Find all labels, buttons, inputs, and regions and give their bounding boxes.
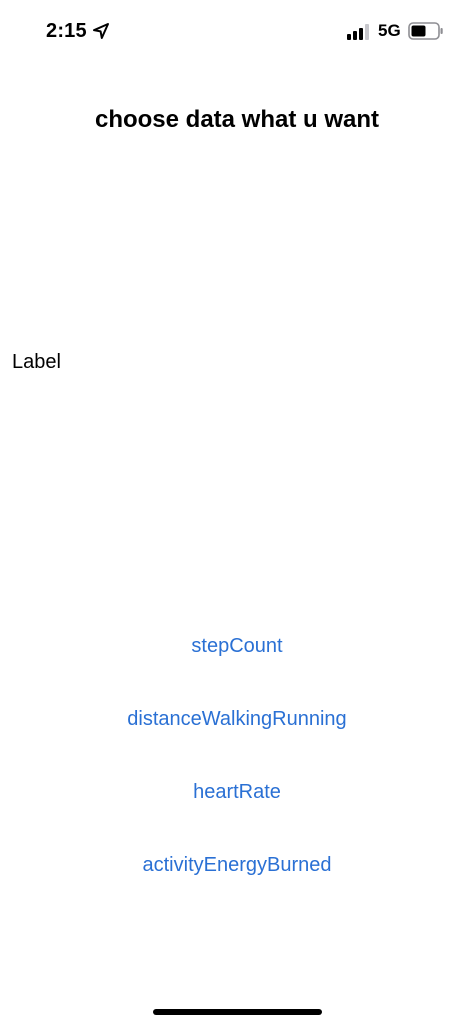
- activity-energy-burned-button[interactable]: activityEnergyBurned: [0, 851, 474, 879]
- content-label: Label: [12, 351, 61, 373]
- status-bar: 2:15 5G: [0, 0, 474, 64]
- home-indicator[interactable]: [153, 1009, 322, 1015]
- network-type: 5G: [378, 21, 401, 40]
- distance-walking-running-button[interactable]: distanceWalkingRunning: [0, 705, 474, 733]
- heart-rate-button[interactable]: heartRate: [0, 778, 474, 806]
- battery-icon: [408, 22, 443, 40]
- step-count-button[interactable]: stepCount: [0, 632, 474, 660]
- cellular-signal-icon: [347, 24, 369, 40]
- location-arrow-icon: [93, 23, 109, 39]
- page-title: choose data what u want: [94, 106, 380, 133]
- status-time: 2:15: [46, 20, 87, 42]
